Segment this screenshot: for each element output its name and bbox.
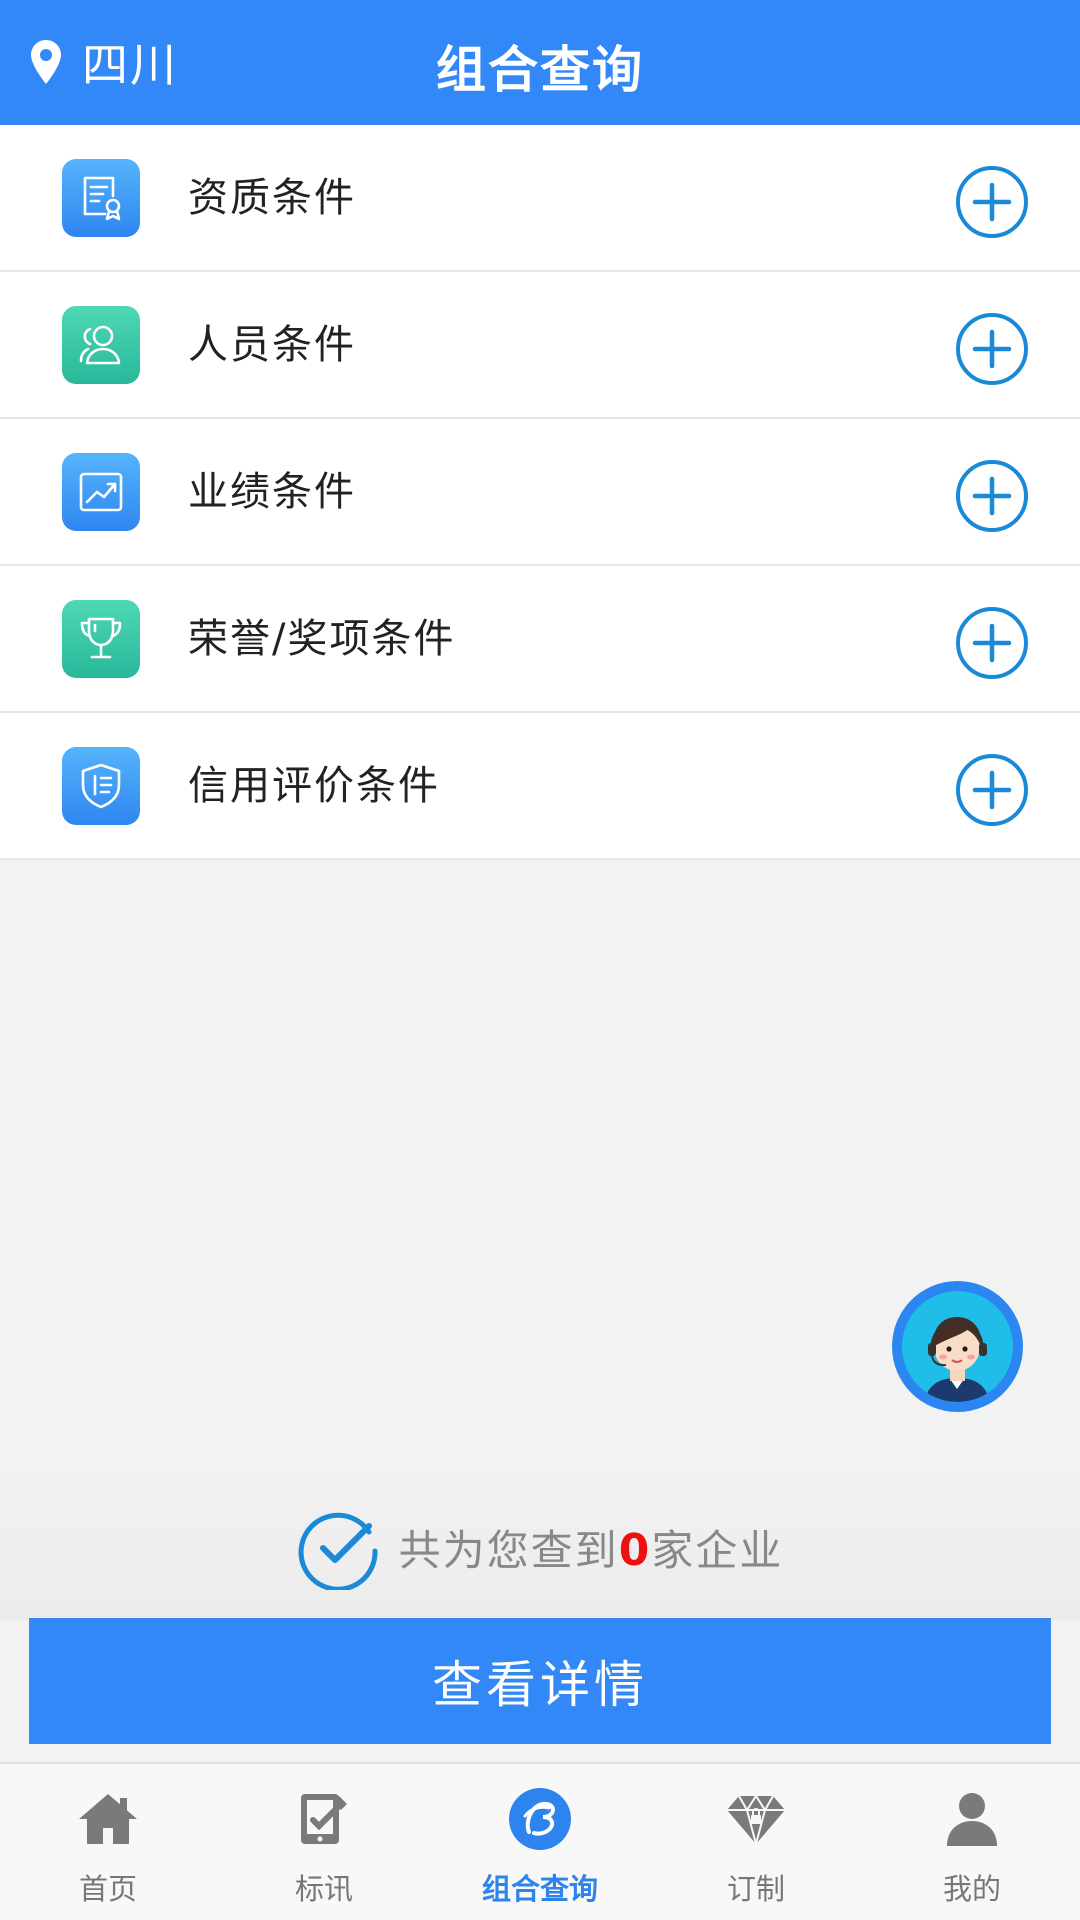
trend-chart-icon [62, 453, 140, 531]
condition-row-personnel[interactable]: 人员条件 [0, 272, 1080, 419]
add-condition-icon[interactable] [955, 459, 1029, 533]
condition-label: 信用评价条件 [188, 763, 440, 809]
result-prefix: 共为您查到 [398, 1526, 619, 1575]
condition-label: 荣誉/奖项条件 [188, 616, 456, 662]
top-bar: 四川 组合查询 [0, 0, 1080, 125]
combined-query-icon [509, 1788, 571, 1850]
condition-row-credit[interactable]: 信用评价条件 [0, 713, 1080, 860]
customer-service-avatar-icon [902, 1291, 1013, 1402]
view-details-button[interactable]: 查看详情 [29, 1618, 1051, 1744]
condition-label: 资质条件 [188, 175, 356, 221]
tab-label: 组合查询 [481, 1872, 598, 1906]
result-summary: 共为您查到0家企业 [0, 1475, 1080, 1620]
page-title: 组合查询 [436, 41, 644, 99]
tab-label: 首页 [78, 1872, 137, 1906]
tab-combined-query[interactable]: 组合查询 [432, 1764, 648, 1920]
condition-list: 资质条件 人员条件 业绩条件 荣誉/奖项条件 信用评价条件 [0, 125, 1080, 860]
add-condition-icon[interactable] [955, 753, 1029, 827]
tab-label: 标讯 [294, 1872, 353, 1906]
add-condition-icon[interactable] [955, 606, 1029, 680]
condition-label: 业绩条件 [188, 469, 356, 515]
result-suffix: 家企业 [651, 1526, 784, 1575]
tab-subscription[interactable]: 订制 [648, 1764, 864, 1920]
add-condition-icon[interactable] [955, 312, 1029, 386]
result-text: 共为您查到0家企业 [399, 1517, 784, 1578]
tender-news-icon [301, 1794, 347, 1844]
certificate-icon [62, 159, 140, 237]
diamond-icon [727, 1794, 785, 1848]
customer-service-button[interactable] [892, 1281, 1023, 1412]
result-count: 0 [618, 1525, 652, 1576]
tab-tender-news[interactable]: 标讯 [216, 1764, 432, 1920]
tab-label: 我的 [942, 1872, 1001, 1906]
home-icon [79, 1794, 137, 1844]
tab-home[interactable]: 首页 [0, 1764, 216, 1920]
bottom-tab-bar: 首页 标讯 组合查询 订制 我的 [0, 1762, 1080, 1920]
tab-label: 订制 [726, 1872, 785, 1906]
condition-row-honors[interactable]: 荣誉/奖项条件 [0, 566, 1080, 713]
trophy-icon [62, 600, 140, 678]
user-icon [947, 1793, 997, 1846]
check-circle-icon [298, 1512, 378, 1590]
tab-mine[interactable]: 我的 [864, 1764, 1080, 1920]
condition-row-qualification[interactable]: 资质条件 [0, 125, 1080, 272]
people-icon [62, 306, 140, 384]
condition-label: 人员条件 [188, 322, 356, 368]
condition-row-performance[interactable]: 业绩条件 [0, 419, 1080, 566]
add-condition-icon[interactable] [955, 165, 1029, 239]
app-screen: 四川 组合查询 资质条件 人员条件 业绩条件 荣誉/奖项条件 信用评价条件 共为… [0, 0, 1080, 1920]
shield-icon [62, 747, 140, 825]
